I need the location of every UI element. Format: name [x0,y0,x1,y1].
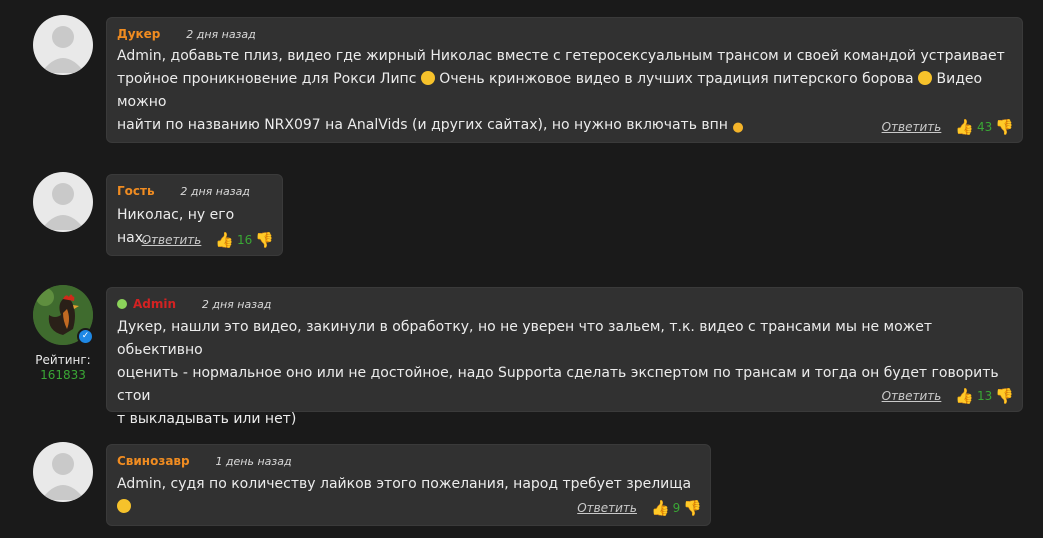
verified-icon: ✓ [77,328,94,345]
like-count: 13 [977,389,993,403]
like-count: 43 [977,120,993,134]
thumbs-down-icon[interactable]: 👎 [683,499,702,517]
grinning-emoji-icon [117,499,131,513]
thumbs-down-icon[interactable]: 👎 [995,118,1014,136]
author-name[interactable]: Свинозавр [117,454,190,468]
thumbs-up-icon[interactable]: 👍 [955,387,974,405]
author-name[interactable]: Гость [117,184,155,198]
user-avatar-icon[interactable] [33,172,93,232]
reply-button[interactable]: Ответить [882,389,942,403]
comment-actions: Ответить 👍 43 👎 [882,118,1014,136]
author-name[interactable]: Admin [133,297,176,311]
thumbs-up-icon[interactable]: 👍 [215,231,234,249]
comment-header: Свинозавр 1 день назад [117,454,292,468]
reply-button[interactable]: Ответить [577,501,637,515]
comment-header: Гость 2 дня назад [117,184,250,198]
comment-actions: Ответить 👍 9 👎 [577,499,702,517]
rating-value: 161833 [40,368,86,382]
thumbs-up-icon[interactable]: 👍 [955,118,974,136]
online-status-icon [117,299,127,309]
comment-header: Дукер 2 дня назад [117,27,256,41]
comment-time: 2 дня назад [180,185,250,198]
rating-label: Рейтинг: [35,353,91,367]
comment-text: Дукер, нашли это видео, закинули в обраб… [117,319,999,427]
thumbs-down-icon[interactable]: 👎 [255,231,274,249]
like-count: 9 [672,501,681,515]
user-avatar-icon[interactable] [33,15,93,75]
comment-time: 2 дня назад [201,298,272,311]
thumbs-down-icon[interactable]: 👎 [995,387,1014,405]
comment-header: Admin 2 дня назад [117,297,271,311]
comment-actions: Ответить 👍 13 👎 [882,387,1014,405]
grinning-emoji-icon [918,71,933,85]
thumbs-up-icon[interactable]: 👍 [651,499,670,517]
comment-bubble: Дукер 2 дня назад Admin, добавьте плиз, … [106,17,1023,143]
comment-actions: Ответить 👍 16 👎 [142,231,274,249]
comment-time: 2 дня назад [186,28,256,41]
comment-bubble: Admin 2 дня назад Дукер, нашли это видео… [106,287,1023,427]
grinning-emoji-icon [420,71,435,85]
reply-button[interactable]: Ответить [142,233,202,247]
reply-button[interactable]: Ответить [882,120,942,134]
comment-text: Admin, добавьте плиз, видео где жирный Н… [117,45,1014,139]
comment-bubble: Свинозавр 1 день назад Admin, судя по ко… [106,444,711,526]
comment-bubble: Гость 2 дня назад Николас, ну его нах...… [106,174,283,256]
like-count: 16 [237,233,253,247]
comment-time: 1 день назад [215,455,292,468]
flexed-arm-emoji-icon: ● [732,120,744,135]
author-name[interactable]: Дукер [117,27,160,41]
user-avatar-icon[interactable] [33,442,93,502]
